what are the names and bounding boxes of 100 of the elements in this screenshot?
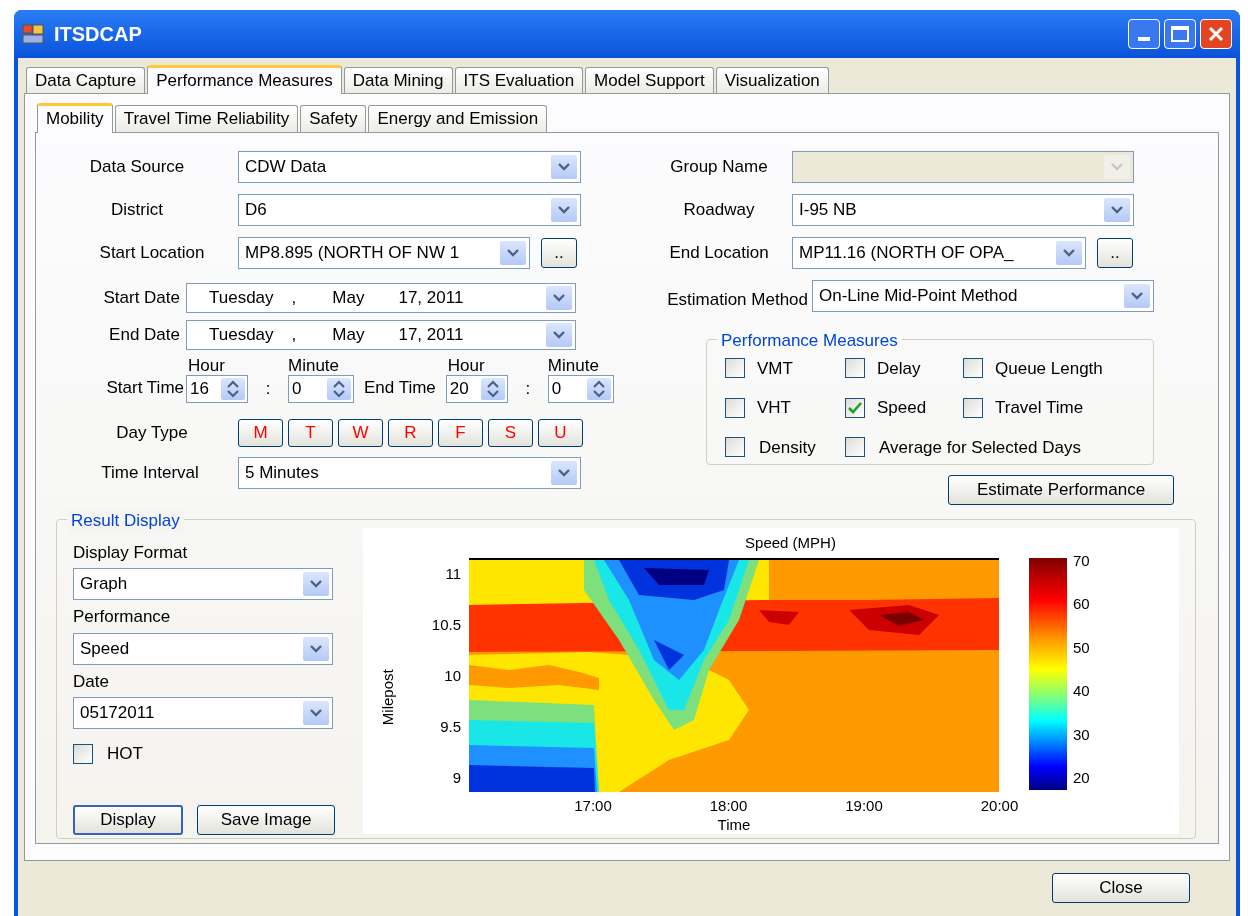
checkbox[interactable]: Speed — [845, 395, 963, 421]
field-label: End Date — [109, 324, 180, 347]
close-window-button[interactable] — [1200, 19, 1232, 49]
tab[interactable]: Data Capture — [26, 67, 146, 93]
y-tick-label: 10 — [444, 668, 461, 684]
tab[interactable]: Safety — [300, 105, 367, 132]
browse-button[interactable]: .. — [541, 238, 577, 268]
checkmark-icon[interactable] — [845, 397, 865, 418]
dropdown-field[interactable]: D6 — [238, 194, 581, 226]
tab[interactable]: ITS Evaluation — [454, 67, 584, 93]
checkbox-square-icon[interactable] — [725, 358, 745, 379]
browse-button[interactable]: .. — [1097, 238, 1133, 268]
tab[interactable]: Data Mining — [343, 67, 453, 93]
checkbox[interactable]: Density — [725, 434, 845, 460]
tab[interactable]: Performance Measures — [147, 65, 342, 94]
month-text: May — [332, 324, 365, 347]
save-image-button[interactable]: Save Image — [197, 804, 335, 835]
checkbox[interactable]: Queue Length — [963, 355, 1153, 381]
close-icon — [1208, 26, 1224, 42]
checkbox-square-icon[interactable] — [725, 437, 745, 458]
field-label: Start Time — [106, 376, 184, 399]
tab[interactable]: Mobility — [37, 103, 113, 133]
field-label: Start Location — [99, 242, 205, 265]
group-title: Result Display — [67, 507, 184, 533]
chart-title: Speed (MPH) — [745, 532, 836, 553]
spin-arrows-icon[interactable] — [327, 378, 351, 400]
field-label: Hour — [446, 357, 486, 375]
field-label: Estimation Method — [667, 289, 808, 311]
field-label: Date — [73, 670, 110, 693]
date-text: 17, 2011 — [398, 287, 464, 310]
x-axis-label: Time — [717, 815, 751, 835]
day-toggle-button[interactable]: M — [238, 419, 283, 447]
dropdown-field[interactable]: I-95 NB — [792, 194, 1134, 226]
dropdown-field[interactable]: MP11.16 (NORTH OF OPA_ — [792, 237, 1086, 269]
app-icon — [22, 24, 44, 44]
close-button[interactable]: Close — [1052, 873, 1190, 903]
field-label: Start Date — [103, 287, 180, 310]
estimate-performance-button[interactable]: Estimate Performance — [948, 474, 1174, 505]
spin-arrows-icon[interactable] — [586, 378, 611, 400]
day-toggle-button[interactable]: T — [288, 419, 333, 447]
day-toggle-button[interactable]: R — [388, 419, 433, 447]
spin-box[interactable]: 0 — [547, 375, 614, 403]
minimize-button[interactable] — [1128, 19, 1160, 49]
tab[interactable]: Energy and Emission — [368, 105, 548, 132]
date-picker-field[interactable]: Tuesday , May 17, 2011 — [186, 320, 576, 350]
x-tick-label: 20:00 — [980, 796, 1019, 816]
display-button[interactable]: Display — [73, 804, 183, 835]
dropdown-field[interactable]: 5 Minutes — [238, 457, 581, 489]
field-label: Minute — [288, 357, 341, 375]
day-toggle-button[interactable]: U — [538, 419, 583, 447]
month-text: May — [332, 287, 365, 310]
checkbox[interactable]: VMT — [725, 355, 845, 381]
color-scale-label: 40 — [1073, 681, 1090, 702]
tab[interactable]: Travel Time Reliability — [114, 105, 299, 132]
spin-arrows-icon[interactable] — [221, 378, 245, 400]
weekday-text: Tuesday — [209, 287, 274, 310]
checkbox[interactable]: Travel Time — [963, 395, 1153, 421]
comma-text: , — [291, 324, 297, 347]
date-picker-field[interactable]: Tuesday , May 17, 2011 — [186, 283, 576, 313]
y-tick-label: 11 — [445, 566, 461, 582]
dropdown-field[interactable]: CDW Data — [238, 151, 581, 183]
color-scale-label: 60 — [1073, 594, 1090, 615]
tab[interactable]: Visualization — [715, 67, 829, 93]
field-label: Performance — [73, 606, 172, 628]
checkbox-square-icon[interactable] — [963, 397, 983, 418]
color-scale-label: 30 — [1073, 724, 1090, 745]
checkbox[interactable]: HOT — [73, 741, 363, 767]
day-toggle-button[interactable]: W — [338, 419, 383, 447]
field-label: District — [111, 199, 163, 222]
dropdown-field[interactable]: Speed — [73, 632, 333, 665]
checkbox-square-icon[interactable] — [963, 358, 983, 379]
field-label: Minute — [547, 357, 600, 375]
dropdown-field[interactable]: MP8.895 (NORTH OF NW 1 — [238, 237, 530, 269]
checkbox-square-icon[interactable] — [845, 358, 865, 379]
checkbox[interactable]: Delay — [845, 355, 963, 381]
spin-box[interactable]: 0 — [288, 375, 354, 403]
color-scale-label: 70 — [1073, 551, 1090, 571]
dropdown-field[interactable]: 05172011 — [73, 697, 333, 729]
spin-box[interactable]: 20 — [445, 375, 508, 403]
maximize-button[interactable] — [1164, 19, 1196, 49]
color-scale-label: 50 — [1073, 637, 1090, 658]
spin-arrows-icon[interactable] — [480, 378, 505, 400]
field-label: Group Name — [670, 156, 768, 179]
field-label: End Time — [364, 377, 436, 397]
tab[interactable]: Model Support — [585, 67, 714, 93]
date-text: 17, 2011 — [398, 324, 464, 347]
checkbox[interactable]: VHT — [725, 395, 845, 421]
checkbox-square-icon[interactable] — [725, 397, 745, 418]
checkbox-square-icon[interactable] — [845, 437, 865, 458]
dropdown-field[interactable]: Graph — [73, 568, 333, 600]
spin-box[interactable]: 16 — [186, 375, 248, 403]
day-toggle-button[interactable]: S — [488, 419, 533, 447]
dropdown-field[interactable]: On-Line Mid-Point Method — [812, 279, 1154, 312]
checkbox[interactable]: Average for Selected Days — [845, 434, 1153, 460]
minimize-icon — [1138, 37, 1150, 41]
field-label: Display Format — [73, 541, 189, 564]
field-label: Time Interval — [101, 462, 199, 485]
checkbox-square-icon[interactable] — [73, 743, 93, 764]
day-toggle-button[interactable]: F — [438, 419, 483, 447]
x-tick-label: 17:00 — [574, 796, 612, 816]
